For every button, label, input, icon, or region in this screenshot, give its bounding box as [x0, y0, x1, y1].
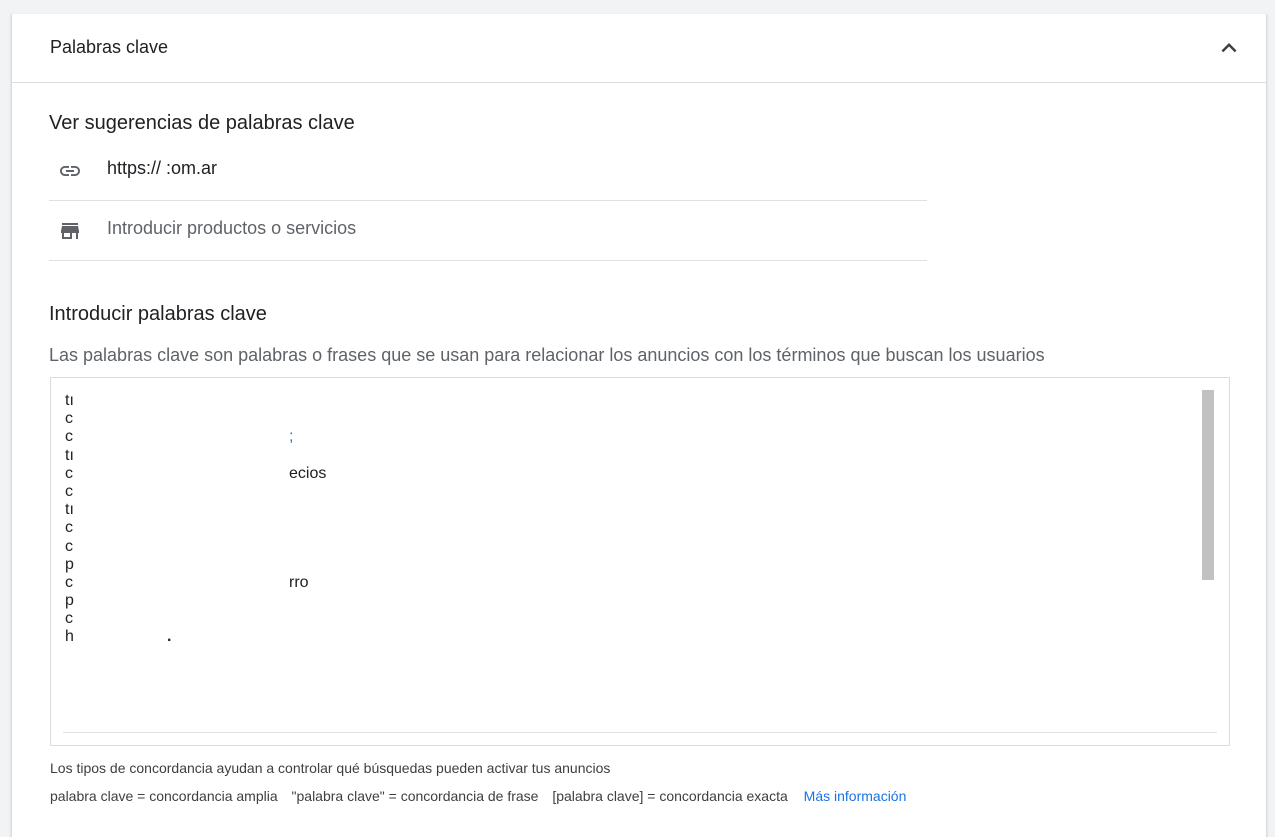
- keyword-text: p: [65, 555, 74, 573]
- keyword-text: h: [65, 628, 74, 646]
- keyword-text: tı: [65, 392, 74, 409]
- products-row[interactable]: Introducir productos o servicios: [49, 201, 927, 261]
- keyword-line: tı: [65, 447, 1165, 465]
- url-field[interactable]: https:// :om.ar: [107, 158, 217, 179]
- keyword-text-end: .: [167, 628, 172, 646]
- store-icon: [56, 219, 84, 243]
- keyword-text: c: [65, 482, 73, 500]
- keyword-line: h.: [65, 628, 1165, 646]
- products-input[interactable]: Introducir productos o servicios: [107, 218, 356, 239]
- textarea-scrollbar[interactable]: [1202, 390, 1214, 580]
- chevron-up-icon: [1221, 43, 1237, 53]
- keyword-line: tı: [65, 392, 1165, 410]
- phrase-match-text: "palabra clave" = concordancia de frase: [291, 788, 539, 804]
- keyword-line: c: [65, 538, 1165, 556]
- keyword-text: c: [65, 464, 73, 482]
- suggestions-title: Ver sugerencias de palabras clave: [49, 112, 355, 134]
- keyword-line: p: [65, 556, 1165, 574]
- broad-match-text: palabra clave = concordancia amplia: [50, 788, 278, 804]
- keywords-panel: Palabras clave Ver sugerencias de palabr…: [11, 14, 1267, 837]
- panel-title: Palabras clave: [50, 37, 169, 57]
- textarea-divider: [63, 732, 1217, 733]
- keyword-line: c;: [65, 428, 1165, 446]
- keywords-textarea[interactable]: tı c c; tı c ecios c tı c c p c rro p c h.: [50, 377, 1230, 746]
- keywords-description: Las palabras clave son palabras o frases…: [49, 345, 1045, 365]
- keyword-line: c ecios: [65, 465, 1165, 483]
- more-info-link[interactable]: Más información: [804, 788, 907, 804]
- collapse-button[interactable]: [1214, 33, 1244, 63]
- keyword-text: c: [65, 537, 73, 555]
- link-icon: [56, 159, 84, 183]
- keyword-text: c: [65, 610, 73, 628]
- url-row[interactable]: https:// :om.ar: [49, 141, 927, 201]
- keyword-text: tı: [65, 501, 74, 519]
- keyword-line: c: [65, 610, 1165, 628]
- keyword-line: c: [65, 519, 1165, 537]
- keyword-line: c rro: [65, 574, 1165, 592]
- keywords-list: tı c c; tı c ecios c tı c c p c rro p c h.: [65, 392, 1165, 647]
- keyword-text: c: [65, 573, 73, 591]
- keyword-line: p: [65, 592, 1165, 610]
- keyword-text: tı: [65, 446, 74, 464]
- exact-match-text: [palabra clave] = concordancia exacta: [552, 788, 788, 804]
- keyword-text: c: [65, 428, 73, 446]
- keyword-line: c: [65, 483, 1165, 501]
- panel-header[interactable]: Palabras clave: [12, 14, 1266, 83]
- keyword-text-end: ecios: [289, 464, 327, 482]
- match-types-help: Los tipos de concordancia ayudan a contr…: [50, 760, 611, 776]
- keyword-line: tı: [65, 501, 1165, 519]
- enter-keywords-title: Introducir palabras clave: [49, 303, 267, 325]
- keyword-text: c: [65, 519, 73, 537]
- keyword-text: p: [65, 592, 74, 610]
- keyword-text-end: rro: [289, 573, 309, 591]
- keyword-text-end: ;: [289, 428, 294, 446]
- keyword-line: c: [65, 410, 1165, 428]
- keyword-text: c: [65, 410, 73, 428]
- match-types-legend: palabra clave = concordancia amplia "pal…: [50, 788, 906, 804]
